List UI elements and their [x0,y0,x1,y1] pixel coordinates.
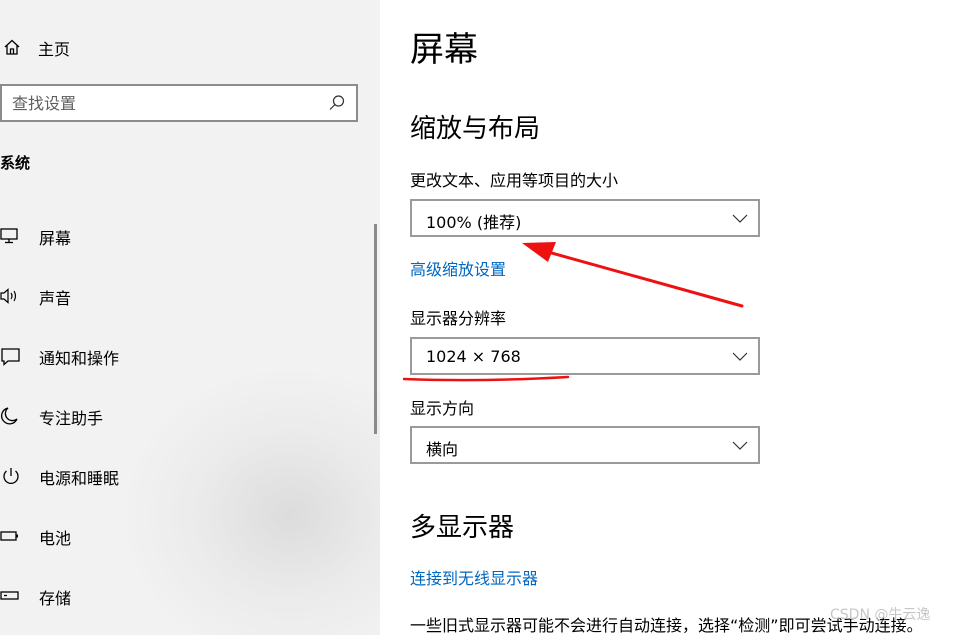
battery-icon [0,531,18,541]
orientation-label: 显示方向 [410,399,475,418]
sidebar-item-label: 存储 [39,589,72,608]
resolution-dropdown-value: 1024 × 768 [426,347,521,366]
sidebar-item-sound[interactable]: 声音 [0,276,370,316]
speaker-icon [0,288,17,304]
sidebar-item-label: 声音 [39,289,72,308]
scale-label: 更改文本、应用等项目的大小 [410,171,619,190]
storage-icon [0,591,19,600]
sidebar-item-label: 通知和操作 [39,349,120,368]
chevron-down-icon [732,352,748,361]
page-title: 屏幕 [410,30,478,70]
resolution-label: 显示器分辨率 [410,309,507,328]
sidebar-item-label: 电池 [39,529,72,548]
sidebar-item-display[interactable]: 屏幕 [0,216,370,256]
scale-layout-heading: 缩放与布局 [410,114,541,144]
search-box[interactable] [0,84,358,122]
notification-icon [1,348,20,366]
moon-icon [1,407,18,425]
multi-display-heading: 多显示器 [410,513,515,543]
chevron-down-icon [732,441,748,450]
orientation-dropdown[interactable]: 横向 [410,426,760,464]
sidebar-scrollbar[interactable] [374,224,377,434]
sidebar-item-label: 电源和睡眠 [39,469,120,488]
orientation-dropdown-value: 横向 [426,440,459,459]
scale-dropdown[interactable]: 100% (推荐) [410,199,760,237]
section-title: 系统 [0,154,31,172]
sidebar-item-label: 专注助手 [39,409,104,428]
monitor-icon [0,228,18,244]
power-icon [3,468,19,485]
sidebar-home-label: 主页 [38,40,71,59]
sidebar-item-battery[interactable]: 电池 [0,516,370,556]
wireless-display-link[interactable]: 连接到无线显示器 [410,565,538,589]
chevron-down-icon [732,214,748,223]
sidebar-item-focus-assist[interactable]: 专注助手 [0,396,370,436]
resolution-dropdown[interactable]: 1024 × 768 [410,337,760,375]
sidebar-item-power-sleep[interactable]: 电源和睡眠 [0,456,370,496]
home-icon [4,39,20,55]
search-icon[interactable] [328,94,346,112]
watermark: CSDN @牛云逸 [830,607,931,623]
sidebar: 主页 系统 屏幕 声音 通知和操作 专注助手 [0,0,380,635]
sidebar-item-label: 屏幕 [39,229,72,248]
sidebar-home[interactable]: 主页 [0,32,200,62]
search-input[interactable] [12,92,312,114]
advanced-scaling-link[interactable]: 高级缩放设置 [410,256,506,280]
sidebar-item-notifications[interactable]: 通知和操作 [0,336,370,376]
scale-dropdown-value: 100% (推荐) [426,213,522,232]
main-content: 屏幕 缩放与布局 更改文本、应用等项目的大小 100% (推荐) 高级缩放设置 … [380,0,954,635]
sidebar-item-storage[interactable]: 存储 [0,576,370,616]
